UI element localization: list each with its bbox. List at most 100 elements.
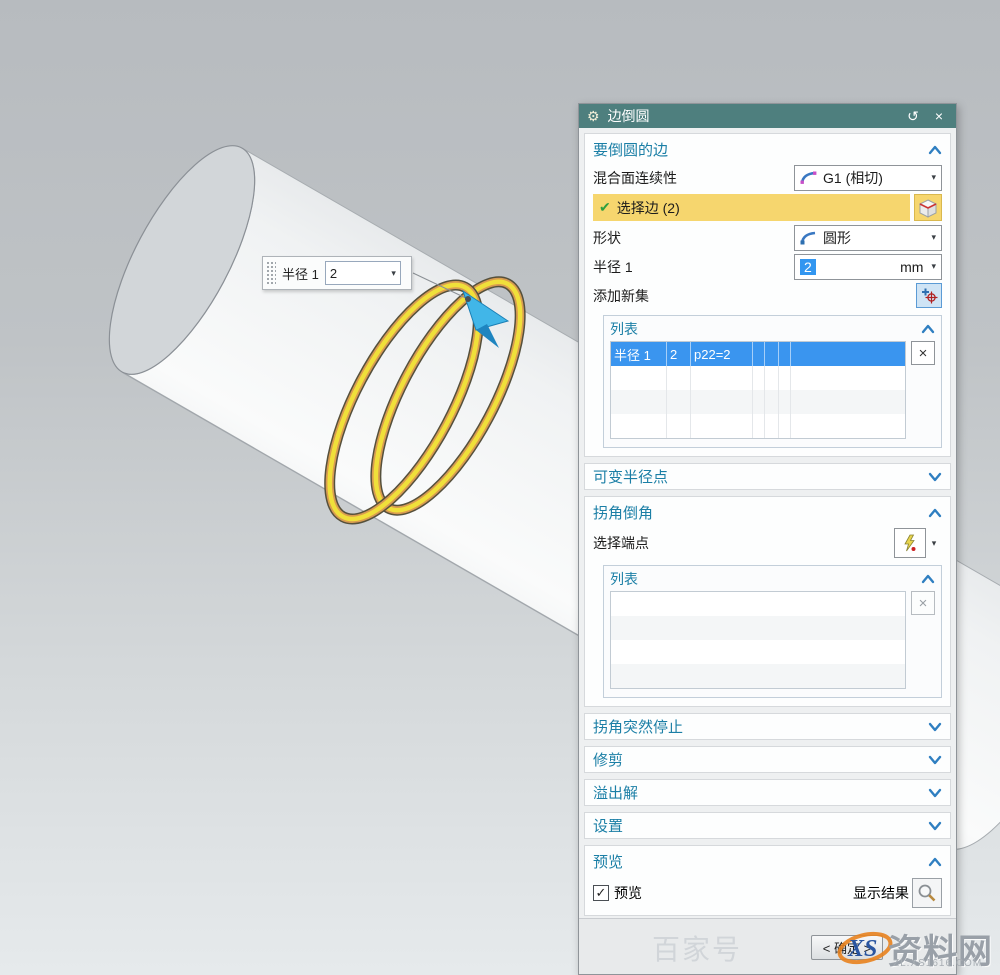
continuity-dropdown[interactable]: G1 (相切) ▾ bbox=[794, 165, 942, 191]
corner-list-empty-row[interactable] bbox=[611, 640, 905, 664]
section-preview: 预览 ✓ 预览 显示结果 bbox=[584, 845, 951, 916]
chevron-up-icon[interactable] bbox=[928, 508, 942, 518]
continuity-label: 混合面连续性 bbox=[593, 168, 677, 188]
point-select-main[interactable] bbox=[894, 528, 926, 558]
chevron-down-icon[interactable] bbox=[928, 755, 942, 765]
caret-down-icon: ▾ bbox=[932, 539, 937, 548]
select-edge-label: 选择边 (2) bbox=[617, 198, 680, 218]
section-corner-stop[interactable]: 拐角突然停止 bbox=[584, 713, 951, 740]
radius-unit: mm bbox=[900, 259, 931, 275]
check-icon: ✔ bbox=[599, 199, 611, 216]
close-button[interactable]: × bbox=[930, 108, 948, 124]
dialog-body: 要倒圆的边 混合面连续性 G1 (相切) ▾ ✔ 选 bbox=[579, 128, 956, 918]
continuity-icon bbox=[800, 171, 818, 185]
dialog-footer: < 确定 > bbox=[579, 918, 956, 974]
onscreen-radius-input[interactable]: 半径 1 2 ▾ bbox=[262, 256, 412, 290]
section-trim[interactable]: 修剪 bbox=[584, 746, 951, 773]
chevron-up-icon[interactable] bbox=[928, 145, 942, 155]
chevron-down-icon[interactable] bbox=[928, 472, 942, 482]
select-edge-row: ✔ 选择边 (2) bbox=[593, 194, 942, 221]
shape-value: 圆形 bbox=[823, 228, 851, 248]
cube-icon bbox=[917, 197, 939, 219]
caret-down-icon[interactable]: ▾ bbox=[931, 262, 936, 271]
section-corner-blend: 拐角倒角 选择端点 ▾ bbox=[584, 496, 951, 707]
select-edge-item[interactable]: ✔ 选择边 (2) bbox=[593, 194, 910, 221]
list-cell: 半径 1 bbox=[611, 342, 667, 366]
chevron-up-icon[interactable] bbox=[921, 574, 935, 584]
select-point-button[interactable]: ▾ bbox=[894, 528, 942, 558]
select-point-row: 选择端点 ▾ bbox=[593, 526, 942, 560]
dialog-title: 边倒圆 bbox=[608, 106, 650, 126]
body-select-button[interactable] bbox=[914, 194, 942, 221]
drag-grip[interactable] bbox=[265, 260, 276, 286]
preview-checkbox-label: 预览 bbox=[614, 883, 642, 903]
onscreen-radius-field[interactable]: 2 ▾ bbox=[325, 261, 401, 285]
section-variable-radius[interactable]: 可变半径点 bbox=[584, 463, 951, 490]
list-cell bbox=[779, 342, 791, 366]
remove-list-item-button-disabled: × bbox=[911, 591, 935, 615]
preview-row: ✓ 预览 显示结果 bbox=[593, 875, 942, 911]
corner-list-title: 列表 bbox=[610, 569, 638, 589]
caret-down-icon: ▾ bbox=[931, 233, 936, 242]
edge-list-empty-row[interactable] bbox=[611, 366, 905, 390]
edge-list-empty-row[interactable] bbox=[611, 414, 905, 438]
corner-list-area: × bbox=[610, 591, 935, 689]
ok-button[interactable]: < 确定 > bbox=[811, 935, 883, 960]
show-result-group: 显示结果 bbox=[853, 878, 942, 908]
shape-dropdown[interactable]: 圆形 ▾ bbox=[794, 225, 942, 251]
chevron-down-icon[interactable] bbox=[928, 821, 942, 831]
add-set-label: 添加新集 bbox=[593, 286, 649, 306]
add-new-set-button[interactable] bbox=[916, 283, 942, 308]
list-cell bbox=[753, 342, 765, 366]
lightning-point-icon bbox=[902, 534, 918, 552]
chevron-up-icon[interactable] bbox=[928, 857, 942, 867]
show-result-button[interactable] bbox=[912, 878, 942, 908]
add-new-set-icon bbox=[921, 287, 938, 304]
section-overflow[interactable]: 溢出解 bbox=[584, 779, 951, 806]
reset-button[interactable]: ↺ bbox=[904, 108, 922, 125]
corner-list-header[interactable]: 列表 bbox=[610, 566, 935, 591]
section-overflow-title: 溢出解 bbox=[593, 782, 638, 803]
section-corner-header[interactable]: 拐角倒角 bbox=[593, 499, 942, 526]
section-edges-title: 要倒圆的边 bbox=[593, 139, 668, 160]
list-cell bbox=[765, 342, 779, 366]
remove-list-item-button[interactable]: × bbox=[911, 341, 935, 365]
radius-row: 半径 1 2 mm ▾ bbox=[593, 252, 942, 281]
list-cell bbox=[791, 342, 905, 366]
section-variable-radius-title: 可变半径点 bbox=[593, 466, 668, 487]
edge-list-empty-row[interactable] bbox=[611, 390, 905, 414]
edge-list-header[interactable]: 列表 bbox=[610, 316, 935, 341]
shape-label: 形状 bbox=[593, 228, 621, 248]
edge-list-area: 半径 1 2 p22=2 bbox=[610, 341, 935, 439]
chevron-down-icon[interactable] bbox=[928, 722, 942, 732]
edge-list-title: 列表 bbox=[610, 319, 638, 339]
onscreen-radius-value: 2 bbox=[330, 266, 337, 281]
select-point-label: 选择端点 bbox=[593, 533, 649, 553]
section-edges-header[interactable]: 要倒圆的边 bbox=[593, 136, 942, 163]
point-select-caret[interactable]: ▾ bbox=[926, 528, 942, 558]
corner-list-empty-row[interactable] bbox=[611, 592, 905, 616]
radius-value: 2 bbox=[800, 259, 816, 275]
edge-list-selected-row[interactable]: 半径 1 2 p22=2 bbox=[611, 342, 905, 366]
caret-down-icon[interactable]: ▾ bbox=[391, 269, 396, 278]
dialog-titlebar[interactable]: ⚙ 边倒圆 ↺ × bbox=[579, 104, 956, 128]
onscreen-radius-label: 半径 1 bbox=[282, 264, 319, 283]
list-cell: p22=2 bbox=[691, 342, 753, 366]
corner-list-empty-row[interactable] bbox=[611, 664, 905, 688]
corner-list-group: 列表 × bbox=[603, 565, 942, 698]
chevron-up-icon[interactable] bbox=[921, 324, 935, 334]
preview-checkbox[interactable]: ✓ bbox=[593, 885, 609, 901]
corner-list-empty-row[interactable] bbox=[611, 616, 905, 640]
caret-down-icon: ▾ bbox=[931, 173, 936, 182]
chevron-down-icon[interactable] bbox=[928, 788, 942, 798]
radius-input[interactable]: 2 mm ▾ bbox=[794, 254, 942, 280]
section-settings[interactable]: 设置 bbox=[584, 812, 951, 839]
continuity-row: 混合面连续性 G1 (相切) ▾ bbox=[593, 163, 942, 192]
section-corner-title: 拐角倒角 bbox=[593, 502, 653, 523]
edge-blend-dialog: ⚙ 边倒圆 ↺ × 要倒圆的边 混合面连续性 G1 (相切) bbox=[578, 103, 957, 975]
section-preview-header[interactable]: 预览 bbox=[593, 848, 942, 875]
section-trim-title: 修剪 bbox=[593, 749, 623, 770]
add-set-row: 添加新集 bbox=[593, 281, 942, 310]
edge-list-table[interactable]: 半径 1 2 p22=2 bbox=[610, 341, 906, 439]
corner-list-table[interactable] bbox=[610, 591, 906, 689]
